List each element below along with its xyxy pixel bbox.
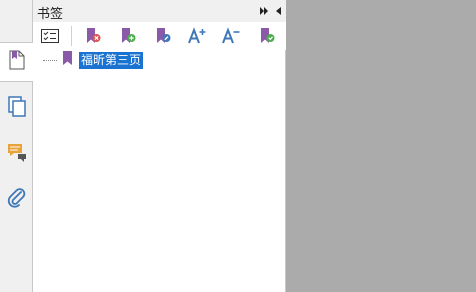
bookmark-find-icon bbox=[261, 28, 275, 43]
find-bookmark-button[interactable] bbox=[255, 26, 279, 46]
list-check-icon bbox=[41, 29, 59, 43]
bookmark-properties-button[interactable] bbox=[151, 26, 175, 46]
bookmark-add-icon bbox=[122, 28, 136, 43]
font-increase-icon bbox=[188, 27, 206, 44]
app-window: 书签 福昕第三页 bbox=[0, 0, 476, 292]
bookmark-label[interactable]: 福昕第三页 bbox=[79, 51, 144, 69]
bookmark-item[interactable]: 福昕第三页 bbox=[43, 50, 144, 70]
bookmark-delete-icon bbox=[87, 28, 101, 43]
expand-bookmark-button[interactable] bbox=[38, 26, 62, 46]
decrease-font-button[interactable] bbox=[219, 26, 243, 46]
delete-bookmark-button[interactable] bbox=[81, 26, 105, 46]
toolbar-divider bbox=[71, 26, 72, 46]
document-area[interactable] bbox=[287, 0, 476, 292]
comments-icon bbox=[6, 141, 28, 167]
comments-tab[interactable] bbox=[0, 134, 33, 174]
collapse-panel-button[interactable] bbox=[273, 4, 283, 18]
triangle-left-icon bbox=[276, 7, 281, 15]
increase-font-button[interactable] bbox=[185, 26, 209, 46]
pages-tab[interactable] bbox=[0, 88, 33, 128]
panel-title: 书签 bbox=[37, 7, 64, 22]
bookmark-panel: 书签 福昕第三页 bbox=[33, 0, 286, 292]
bookmark-toolbar bbox=[33, 22, 286, 50]
bookmark-edit-icon bbox=[157, 28, 171, 43]
expand-panel-button[interactable] bbox=[258, 4, 270, 18]
pages-icon bbox=[7, 95, 27, 121]
add-bookmark-button[interactable] bbox=[116, 26, 140, 46]
bookmark-page-icon bbox=[8, 50, 26, 74]
paperclip-icon bbox=[7, 187, 27, 213]
tree-connector bbox=[43, 59, 57, 61]
double-chevron-right-icon bbox=[260, 7, 268, 15]
font-decrease-icon bbox=[222, 27, 240, 44]
attachments-tab[interactable] bbox=[0, 180, 33, 220]
bookmark-icon bbox=[62, 50, 74, 70]
bookmarks-tab[interactable] bbox=[0, 42, 34, 82]
side-tab-strip bbox=[0, 0, 34, 292]
panel-header: 书签 bbox=[33, 0, 286, 22]
